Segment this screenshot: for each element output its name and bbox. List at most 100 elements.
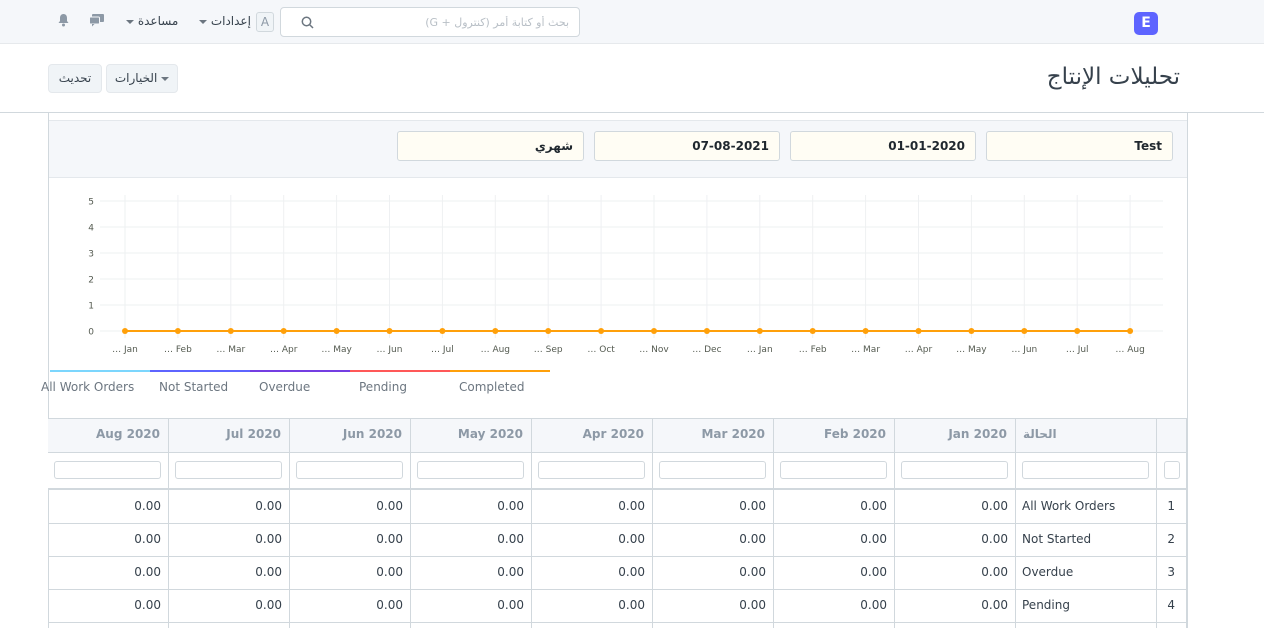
row-value-cell[interactable]: 0.00 [410, 499, 524, 513]
data-point[interactable] [386, 328, 393, 334]
avatar[interactable]: A [256, 12, 274, 32]
month-column-header[interactable]: Jan 2020 [894, 427, 1007, 441]
data-point[interactable] [703, 328, 710, 334]
month-column-header[interactable]: May 2020 [410, 427, 523, 441]
data-point[interactable] [1127, 328, 1134, 334]
row-value-cell[interactable]: 0.00 [410, 565, 524, 579]
row-status[interactable]: All Work Orders [1022, 499, 1115, 513]
data-point[interactable] [122, 328, 128, 334]
data-point[interactable] [598, 328, 605, 334]
row-value-cell[interactable]: 0.00 [894, 565, 1008, 579]
row-status[interactable]: Pending [1022, 598, 1070, 612]
row-value-cell[interactable]: 0.00 [289, 565, 403, 579]
row-value-cell[interactable]: 0.00 [168, 565, 282, 579]
row-value-cell[interactable]: 0.00 [652, 499, 766, 513]
row-value-cell[interactable]: 0.00 [773, 565, 887, 579]
month-filter-input[interactable] [901, 461, 1008, 479]
legend-swatch [50, 370, 150, 372]
month-column-header[interactable]: Jun 2020 [289, 427, 402, 441]
data-point[interactable] [1021, 328, 1028, 334]
status-filter-input[interactable] [1022, 461, 1149, 479]
row-value-cell[interactable]: 0.00 [168, 499, 282, 513]
month-filter-input[interactable] [296, 461, 403, 479]
search-input[interactable] [319, 12, 569, 32]
row-value-cell[interactable]: 0.00 [289, 532, 403, 546]
report-table: الحالة Jan 2020 Feb 2020 Mar 2020 Apr 2020 Ma… [48, 418, 1188, 628]
data-point[interactable] [809, 328, 816, 334]
x-tick-label: … Apr [270, 345, 298, 355]
row-value-cell[interactable]: 0.00 [773, 532, 887, 546]
month-filter-input[interactable] [780, 461, 887, 479]
row-value-cell[interactable]: 0.00 [531, 532, 645, 546]
row-value-cell[interactable]: 0.00 [410, 598, 524, 612]
data-point[interactable] [968, 328, 975, 334]
data-point[interactable] [651, 328, 657, 334]
data-point[interactable] [915, 328, 922, 334]
month-filter-input[interactable] [659, 461, 766, 479]
row-value-cell[interactable]: 0.00 [48, 565, 161, 579]
row-value-cell[interactable]: 0.00 [894, 598, 1008, 612]
help-menu[interactable]: مساعدة [126, 14, 178, 28]
month-filter-input[interactable] [417, 461, 524, 479]
month-filter-input[interactable] [538, 461, 645, 479]
data-point[interactable] [756, 328, 763, 334]
row-value-cell[interactable]: 0.00 [168, 598, 282, 612]
legend-item[interactable]: Not Started [150, 370, 250, 398]
row-value-cell[interactable]: 0.00 [652, 598, 766, 612]
row-value-cell[interactable]: 0.00 [652, 532, 766, 546]
month-column-header[interactable]: Feb 2020 [773, 427, 886, 441]
from-date-filter[interactable]: 01-01-2020 [790, 131, 976, 161]
row-value-cell[interactable]: 0.00 [48, 499, 161, 513]
row-value-cell[interactable]: 0.00 [773, 598, 887, 612]
month-column-header[interactable]: Aug 2020 [48, 427, 160, 441]
legend-item[interactable]: Completed [450, 370, 550, 398]
row-value-cell[interactable]: 0.00 [894, 532, 1008, 546]
chat-icon[interactable] [89, 13, 104, 29]
data-point[interactable] [492, 328, 499, 334]
data-point[interactable] [280, 328, 287, 334]
row-value-cell[interactable]: 0.00 [652, 565, 766, 579]
legend-item[interactable]: Pending [350, 370, 450, 398]
row-value-cell[interactable]: 0.00 [410, 532, 524, 546]
data-point[interactable] [174, 328, 181, 334]
data-point[interactable] [862, 328, 869, 334]
settings-menu[interactable]: إعدادات [199, 14, 251, 28]
options-button[interactable]: الخيارات [106, 64, 178, 93]
data-point[interactable] [227, 328, 234, 334]
row-value-cell[interactable]: 0.00 [48, 532, 161, 546]
data-point[interactable] [545, 328, 552, 334]
month-column-header[interactable]: Apr 2020 [531, 427, 644, 441]
app-logo[interactable]: E [1134, 12, 1158, 35]
refresh-button[interactable]: تحديث [48, 64, 102, 93]
bell-icon[interactable] [57, 13, 71, 29]
row-status[interactable]: Overdue [1022, 565, 1073, 579]
month-column-header[interactable]: Mar 2020 [652, 427, 765, 441]
y-tick-label: 3 [88, 250, 94, 260]
row-value-cell[interactable]: 0.00 [531, 499, 645, 513]
data-point[interactable] [333, 328, 340, 334]
row-value-cell[interactable]: 0.00 [773, 499, 887, 513]
column-divider [289, 418, 290, 628]
row-value-cell[interactable]: 0.00 [168, 532, 282, 546]
range-filter[interactable]: شهري [397, 131, 584, 161]
row-status[interactable]: Not Started [1022, 532, 1091, 546]
row-filter-checkbox[interactable] [1164, 461, 1180, 479]
row-value-cell[interactable]: 0.00 [289, 598, 403, 612]
company-filter[interactable]: Test [986, 131, 1173, 161]
month-column-header[interactable]: Jul 2020 [168, 427, 281, 441]
row-value-cell[interactable]: 0.00 [48, 598, 161, 612]
status-column-header[interactable]: الحالة [1023, 427, 1143, 443]
row-value-cell[interactable]: 0.00 [289, 499, 403, 513]
row-value-cell[interactable]: 0.00 [894, 499, 1008, 513]
month-filter-input[interactable] [54, 461, 161, 479]
to-date-filter[interactable]: 07-08-2021 [594, 131, 780, 161]
month-filter-input[interactable] [175, 461, 282, 479]
row-value-cell[interactable]: 0.00 [531, 565, 645, 579]
data-point[interactable] [439, 328, 446, 334]
legend-item[interactable]: Overdue [250, 370, 350, 398]
row-index: 2 [1167, 532, 1175, 546]
legend-item[interactable]: All Work Orders [41, 370, 150, 398]
row-value-cell[interactable]: 0.00 [531, 598, 645, 612]
search-bar[interactable] [280, 7, 580, 37]
data-point[interactable] [1074, 328, 1081, 334]
